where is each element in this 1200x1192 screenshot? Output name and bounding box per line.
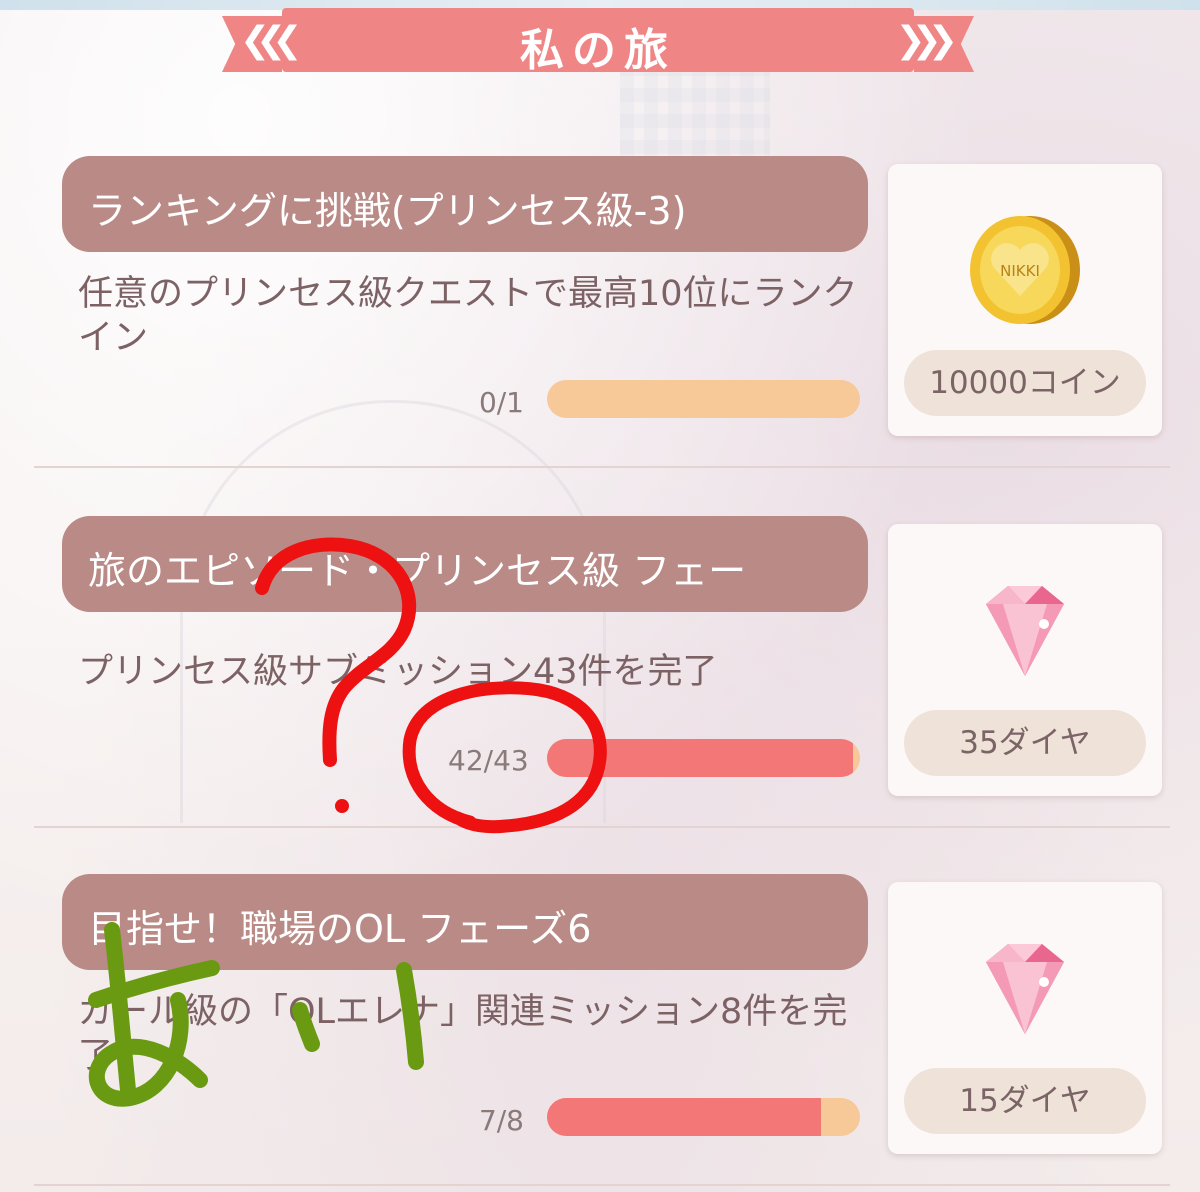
reward-label: 10000コイン xyxy=(904,350,1146,416)
mission-header: 旅のエピソード・プリンセス級 フェー xyxy=(62,516,868,612)
coin-text: NIKKI xyxy=(1000,262,1040,280)
progress-bar xyxy=(547,1098,860,1136)
progress-fill xyxy=(547,739,853,777)
diamond-icon xyxy=(958,564,1088,694)
mission-title: 目指せ！職場のOL フェーズ6 xyxy=(88,907,592,951)
coin-icon: NIKKI xyxy=(958,204,1088,334)
title-ribbon: ❮❮❮ ❯❯❯ 私の旅 xyxy=(222,8,974,76)
divider xyxy=(34,466,1170,468)
mission-description: プリンセス級サブミッション43件を完了 xyxy=(78,652,718,692)
mission-header: 目指せ！職場のOL フェーズ6 xyxy=(62,874,868,970)
page-title: 私の旅 xyxy=(520,25,676,76)
reward-label: 35ダイヤ xyxy=(904,710,1146,776)
progress-fill xyxy=(547,1098,821,1136)
divider xyxy=(34,826,1170,828)
mission-description: 任意のプリンセス級クエストで最高10位にランクイン xyxy=(78,274,858,358)
diamond-icon xyxy=(958,922,1088,1052)
divider xyxy=(34,1184,1170,1186)
progress-bar xyxy=(547,739,860,777)
mission-title: ランキングに挑戦(プリンセス級-3) xyxy=(88,189,687,233)
progress-count: 42/43 xyxy=(448,744,529,777)
reward-card[interactable]: 35ダイヤ xyxy=(888,524,1162,796)
progress-bar xyxy=(547,380,860,418)
mission-description: ガール級の「OLエレナ」関連ミッション8件を完了 xyxy=(78,992,848,1076)
mission-title: 旅のエピソード・プリンセス級 フェー xyxy=(88,549,747,593)
progress-count: 7/8 xyxy=(478,1104,524,1137)
reward-card[interactable]: NIKKI 10000コイン xyxy=(888,164,1162,436)
reward-label: 15ダイヤ xyxy=(904,1068,1146,1134)
reward-card[interactable]: 15ダイヤ xyxy=(888,882,1162,1154)
mission-header: ランキングに挑戦(プリンセス級-3) xyxy=(62,156,868,252)
progress-count: 0/1 xyxy=(478,386,524,419)
